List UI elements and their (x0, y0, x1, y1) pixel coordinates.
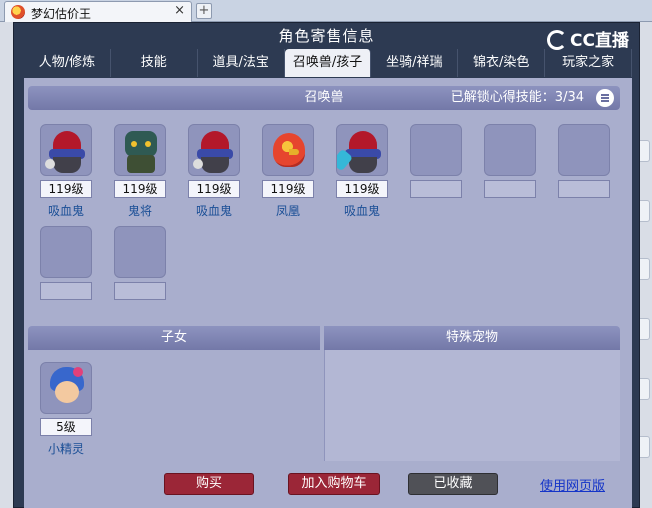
browser-tab[interactable]: 梦幻估价王 × (4, 1, 192, 22)
browser-tab-bar: 梦幻估价王 × + (0, 0, 652, 22)
child-level: 5级 (40, 418, 92, 436)
empty-pet-slot (114, 226, 166, 300)
list-icon[interactable] (596, 89, 614, 107)
child-card[interactable]: 5级 小精灵 (40, 362, 92, 457)
role-sale-dialog: 角色寄售信息 CC直播 人物/修炼 技能 道具/法宝 召唤兽/孩子 坐骑/祥瑞 … (13, 22, 640, 508)
dialog-title: 角色寄售信息 (278, 27, 375, 45)
new-tab-button[interactable]: + (196, 3, 212, 19)
pet-card[interactable]: 119级 吸血鬼 (40, 124, 92, 219)
empty-pet-slot (484, 124, 536, 198)
pet-level: 119级 (114, 180, 166, 198)
ghost-general-icon (114, 124, 166, 176)
phoenix-icon (262, 124, 314, 176)
pet-name: 吸血鬼 (195, 204, 232, 218)
close-tab-icon[interactable]: × (174, 3, 185, 18)
pet-name: 吸血鬼 (47, 204, 84, 218)
tab-mounts[interactable]: 坐骑/祥瑞 (371, 49, 459, 77)
cc-logo-icon (547, 30, 568, 50)
pet-card[interactable]: 119级 凤凰 (262, 124, 314, 219)
category-tabs: 人物/修炼 技能 道具/法宝 召唤兽/孩子 坐骑/祥瑞 锦衣/染色 玩家之家 (24, 49, 633, 77)
tab-pets[interactable]: 召唤兽/孩子 (284, 49, 372, 77)
cc-live-logo: CC直播 (547, 26, 629, 51)
web-version-link[interactable]: 使用网页版 (540, 475, 605, 494)
empty-pet-slot (40, 226, 92, 300)
tab-home[interactable]: 玩家之家 (545, 49, 633, 77)
tab-character[interactable]: 人物/修炼 (24, 49, 111, 77)
tab-outfits[interactable]: 锦衣/染色 (458, 49, 546, 77)
pet-level: 119级 (336, 180, 388, 198)
vampire-icon (336, 124, 388, 176)
pet-name: 鬼将 (127, 204, 152, 218)
add-to-cart-button[interactable]: 加入购物车 (288, 473, 380, 495)
vampire-icon (188, 124, 240, 176)
buy-button[interactable]: 购买 (164, 473, 254, 495)
pets-header: 召唤兽 已解锁心得技能：3/34 (28, 86, 620, 110)
empty-pet-slot (410, 124, 462, 198)
pet-name: 吸血鬼 (343, 204, 380, 218)
pet-level: 119级 (40, 180, 92, 198)
skills-unlocked-count: 已解锁心得技能：3/34 (450, 90, 584, 105)
sprite-icon (40, 362, 92, 414)
special-pets-header: 特殊宠物 (324, 326, 620, 350)
pets-panel: 召唤兽 已解锁心得技能：3/34 119级 吸血鬼 119级 鬼将 119级 吸… (24, 78, 632, 461)
pet-card[interactable]: 119级 鬼将 (114, 124, 166, 219)
pet-name: 凤凰 (275, 204, 300, 218)
tab-items[interactable]: 道具/法宝 (198, 49, 285, 77)
logo-text: CC直播 (570, 31, 629, 51)
tab-skills[interactable]: 技能 (111, 49, 198, 77)
empty-pet-slot (558, 124, 610, 198)
pet-card[interactable]: 119级 吸血鬼 (336, 124, 388, 219)
app-logo-icon (11, 5, 25, 19)
pet-card[interactable]: 119级 吸血鬼 (188, 124, 240, 219)
children-header: 子女 (28, 326, 320, 350)
child-name: 小精灵 (47, 442, 84, 456)
browser-tab-title: 梦幻估价王 (31, 7, 92, 21)
vampire-icon (40, 124, 92, 176)
action-footer: 购买 加入购物车 已收藏 使用网页版 (24, 461, 632, 508)
pet-level: 119级 (262, 180, 314, 198)
pet-level: 119级 (188, 180, 240, 198)
favorited-button[interactable]: 已收藏 (408, 473, 498, 495)
special-pets-area (324, 350, 620, 461)
